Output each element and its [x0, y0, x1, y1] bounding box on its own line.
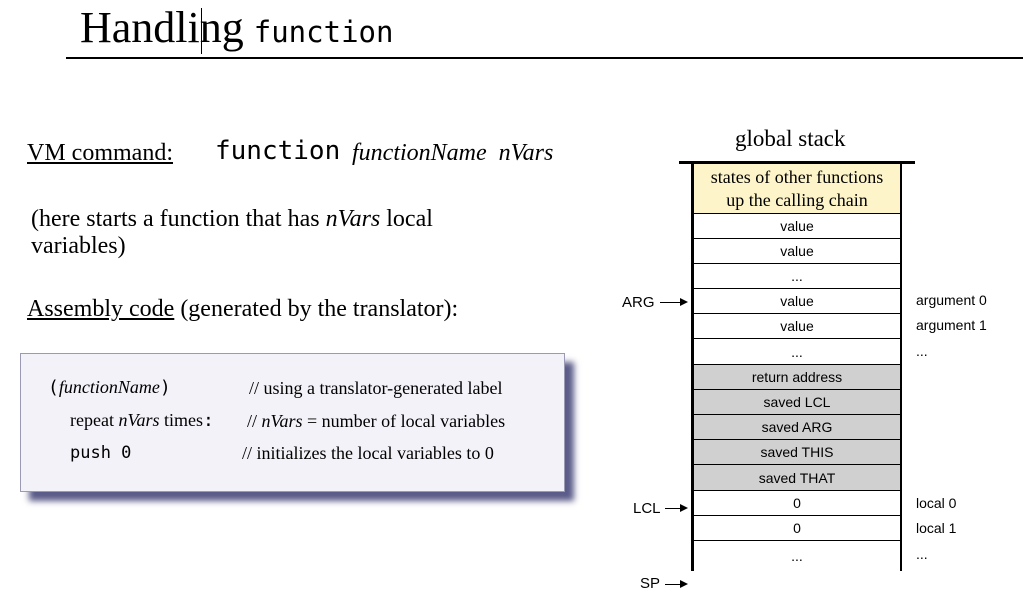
side-label-ellipsis: ... [916, 546, 928, 562]
stack-head-line2: up the calling chain [726, 189, 868, 210]
stack-cell-saved: saved ARG [694, 415, 900, 440]
side-label-argument-0: argument 0 [916, 292, 987, 308]
vm-arg-nvars: nVars [498, 140, 554, 166]
desc-var: nVars [325, 206, 381, 232]
function-description: (here starts a function that has nVars l… [31, 206, 511, 260]
pointer-arg-label: ARG [622, 294, 655, 311]
side-label-argument-1: argument 1 [916, 317, 987, 333]
stack-cell: ... [694, 339, 900, 365]
paren-close: ) [159, 377, 171, 398]
desc-prefix: (here starts a function that has [31, 206, 326, 232]
arrow-right-icon [680, 580, 688, 588]
repeat-var: nVars [118, 410, 160, 430]
stack-cell: value [694, 239, 900, 264]
comment-var: nVars [261, 411, 303, 431]
code-comment-repeat: // nVars = number of local variables [247, 411, 505, 432]
vm-command-keyword: function [215, 136, 341, 166]
stack-cell-saved: saved THIS [694, 440, 900, 465]
stack-title: global stack [735, 126, 846, 151]
repeat-colon: : [202, 410, 214, 431]
code-line-push: push 0 [70, 443, 132, 463]
stack-cell-local: ... [791, 548, 803, 564]
stack-left-border [691, 161, 694, 571]
stack-cell: ... [694, 264, 900, 289]
repeat-prefix: repeat [70, 410, 119, 430]
text-cursor [201, 8, 202, 54]
stack-cell: value [694, 214, 900, 239]
assembly-label-underlined: Assembly code [27, 296, 175, 322]
title-rule [66, 57, 1023, 59]
vm-arg-function-name: functionName [352, 140, 487, 166]
side-label-local-0: local 0 [916, 495, 957, 511]
assembly-code-box: (functionName) // using a translator-gen… [20, 353, 565, 492]
arrow-right-icon [680, 298, 688, 306]
pointer-lcl-label: LCL [633, 500, 661, 517]
code-comment-label: // using a translator-generated label [249, 378, 503, 398]
side-label-ellipsis: ... [916, 343, 928, 359]
paren-open: ( [48, 377, 59, 398]
side-label-local-1: local 1 [916, 520, 957, 536]
stack-cell-local: 0 [694, 516, 900, 541]
stack-cell: value [694, 289, 900, 314]
stack-cell: value [694, 314, 900, 339]
code-line-repeat: repeat nVars times: [70, 410, 214, 431]
stack-cell-saved: saved LCL [694, 390, 900, 415]
stack-head-line1: states of other functions [710, 166, 884, 187]
title-text: Handling [80, 3, 244, 52]
pointer-arg-arrow [660, 302, 682, 303]
vm-command-label: VM command: [27, 140, 173, 166]
code-comment-push: // initializes the local variables to 0 [242, 443, 494, 463]
slide-title: Handling function [80, 2, 393, 53]
assembly-label-suffix: (generated by the translator): [174, 296, 459, 322]
code-function-name: functionName [58, 377, 160, 397]
stack-head-cell: states of other functions up the calling… [694, 164, 900, 214]
stack-cell-saved: saved THAT [694, 465, 900, 491]
pointer-sp-label: SP [640, 575, 661, 592]
repeat-suffix: times [159, 410, 203, 430]
assembly-label: Assembly code (generated by the translat… [27, 296, 458, 323]
stack-right-border [900, 161, 902, 571]
comment-rest: = number of local variables [302, 411, 506, 431]
vm-command-args: functionName nVars [352, 140, 553, 167]
stack-cell-local: 0 [694, 491, 900, 516]
title-code: function [253, 15, 394, 49]
code-line-label: (functionName) [48, 377, 171, 398]
stack-cell-saved: return address [694, 365, 900, 390]
comment-slashes: // [247, 411, 262, 431]
arrow-right-icon [680, 504, 688, 512]
